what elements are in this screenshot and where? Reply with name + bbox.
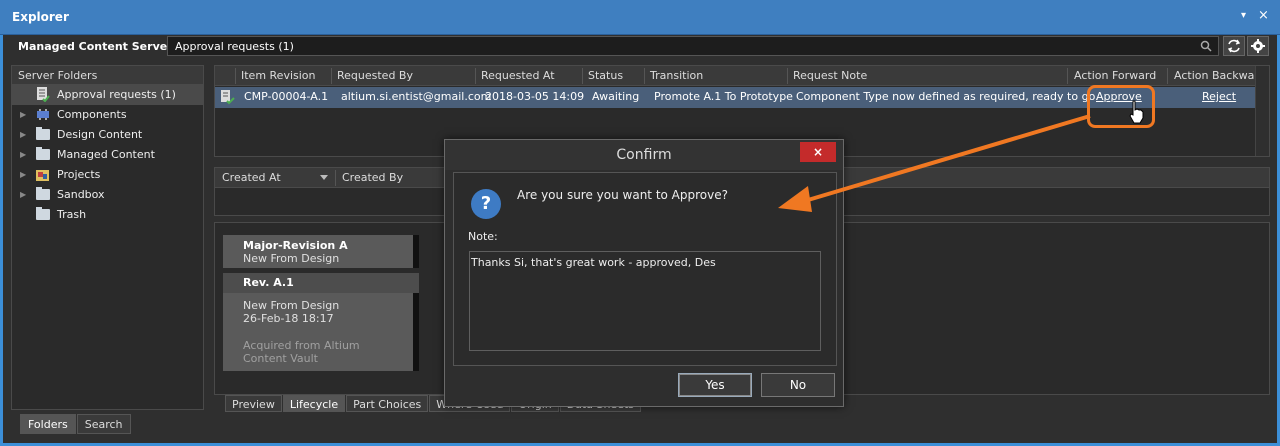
tab-lifecycle[interactable]: Lifecycle — [282, 395, 346, 412]
server-dropdown-label: Managed Content Server — [18, 40, 173, 53]
sidebar-item-label: Sandbox — [57, 188, 105, 201]
expand-arrow-icon[interactable]: ▶ — [20, 145, 26, 165]
dialog-question: Are you sure you want to Approve? — [517, 188, 728, 202]
approval-list-icon — [37, 87, 50, 102]
card-line: Acquired from Altium Content Vault — [243, 339, 360, 365]
dialog-body: ? Are you sure you want to Approve? Note… — [453, 172, 837, 366]
confirm-dialog: Confirm × ? Are you sure you want to App… — [444, 139, 844, 407]
path-text: Approval requests (1) — [175, 40, 294, 53]
grid-header: Item Revision Requested By Requested At … — [215, 66, 1269, 86]
tab-preview[interactable]: Preview — [225, 395, 282, 412]
sidebar-item-label: Projects — [57, 168, 101, 181]
grid-scrollbar[interactable] — [1255, 66, 1269, 156]
cell-transition: Promote A.1 To Prototype — [654, 90, 793, 103]
sidebar-item-label: Trash — [57, 208, 87, 221]
cell-item-revision: CMP-00004-A.1 — [244, 90, 329, 103]
expand-arrow-icon[interactable]: ▶ — [20, 185, 26, 205]
sidebar-item-label: Approval requests (1) — [57, 88, 176, 101]
sidebar-item-label: Design Content — [57, 128, 143, 141]
cell-requested-by: altium.si.entist@gmail.com — [341, 90, 492, 103]
search-icon[interactable] — [1200, 40, 1212, 52]
server-folders-header: Server Folders — [12, 66, 203, 85]
sidebar-item-label: Managed Content — [57, 148, 155, 161]
path-input[interactable]: Approval requests (1) — [167, 36, 1219, 56]
tab-folders[interactable]: Folders — [20, 414, 76, 434]
column-header-created-at[interactable]: Created At — [222, 171, 281, 184]
card-subtitle: New From Design — [243, 252, 340, 265]
components-icon — [37, 109, 49, 120]
sort-down-icon — [320, 175, 328, 180]
server-folders-pane: Server Folders Approval requests (1) ▶ C… — [11, 65, 204, 410]
question-icon: ? — [471, 189, 501, 219]
tab-search[interactable]: Search — [76, 414, 131, 434]
cell-request-note: Component Type now defined as required, … — [796, 90, 1099, 103]
sidebar-item-label: Components — [57, 108, 127, 121]
card-title: Rev. A.1 — [243, 276, 294, 289]
dialog-close-icon[interactable]: × — [800, 142, 836, 162]
lifecycle-card-revision[interactable]: New From Design 26-Feb-18 18:17 Acquired… — [223, 293, 419, 371]
server-dropdown[interactable]: Managed Content Server ▾ — [18, 40, 180, 53]
dialog-title: Confirm — [445, 140, 843, 170]
column-header[interactable]: Status — [588, 69, 623, 82]
card-line: New From Design — [243, 299, 340, 312]
reject-link[interactable]: Reject — [1202, 90, 1236, 103]
server-folders-header-label: Server Folders — [18, 69, 98, 82]
column-header[interactable]: Transition — [650, 69, 703, 82]
note-textarea[interactable]: Thanks Si, that's great work - approved,… — [469, 251, 821, 351]
sidebar-item-components[interactable]: ▶ Components — [12, 105, 203, 125]
note-label: Note: — [468, 230, 498, 243]
column-header-created-by[interactable]: Created By — [342, 171, 403, 184]
folder-icon — [36, 147, 50, 160]
gear-icon — [1251, 39, 1265, 53]
sidebar-item-managed-content[interactable]: ▶ Managed Content — [12, 145, 203, 165]
sidebar-item-trash[interactable]: Trash — [12, 205, 203, 225]
no-button[interactable]: No — [761, 373, 835, 397]
sidebar-item-approval-requests[interactable]: Approval requests (1) — [12, 85, 203, 105]
column-header[interactable]: Request Note — [793, 69, 867, 82]
toolbar: Managed Content Server ▾ Approval reques… — [10, 35, 1270, 59]
tab-part-choices[interactable]: Part Choices — [346, 395, 429, 412]
refresh-button[interactable] — [1223, 36, 1245, 56]
expand-arrow-icon[interactable]: ▶ — [20, 165, 26, 185]
column-header[interactable]: Action Backward — [1174, 69, 1266, 82]
settings-button[interactable] — [1247, 36, 1269, 56]
panel-pin-icon[interactable]: ▾ — [1241, 10, 1246, 21]
panel-titlebar: Explorer ▾ × — [0, 0, 1280, 35]
sidebar-item-projects[interactable]: ▶ Projects — [12, 165, 203, 185]
panel-title: Explorer — [12, 10, 69, 24]
column-header[interactable]: Item Revision — [241, 69, 316, 82]
expand-arrow-icon[interactable]: ▶ — [20, 125, 26, 145]
expand-arrow-icon[interactable]: ▶ — [20, 105, 26, 125]
approval-item-icon — [221, 90, 235, 105]
yes-button[interactable]: Yes — [678, 373, 752, 397]
card-line: 26-Feb-18 18:17 — [243, 312, 334, 325]
column-header[interactable]: Requested By — [337, 69, 413, 82]
cell-status: Awaiting — [592, 90, 640, 103]
column-header[interactable]: Requested At — [481, 69, 555, 82]
column-header[interactable]: Action Forward — [1074, 69, 1156, 82]
lifecycle-card-revision-header[interactable]: Rev. A.1 — [223, 273, 419, 293]
projects-icon — [36, 170, 49, 181]
hand-cursor-icon — [1129, 100, 1144, 124]
refresh-icon — [1227, 39, 1241, 53]
folder-icon — [36, 187, 50, 200]
sidebar-item-design-content[interactable]: ▶ Design Content — [12, 125, 203, 145]
cell-requested-at: 2018-03-05 14:09 — [485, 90, 585, 103]
lifecycle-card-major-revision[interactable]: Major-Revision A New From Design — [223, 235, 419, 268]
folder-icon — [36, 127, 50, 140]
folder-icon — [36, 207, 50, 220]
sidebar-tabs: Folders Search — [20, 414, 132, 434]
card-title: Major-Revision A — [243, 239, 348, 252]
sidebar-item-sandbox[interactable]: ▶ Sandbox — [12, 185, 203, 205]
panel-close-icon[interactable]: × — [1258, 8, 1269, 23]
